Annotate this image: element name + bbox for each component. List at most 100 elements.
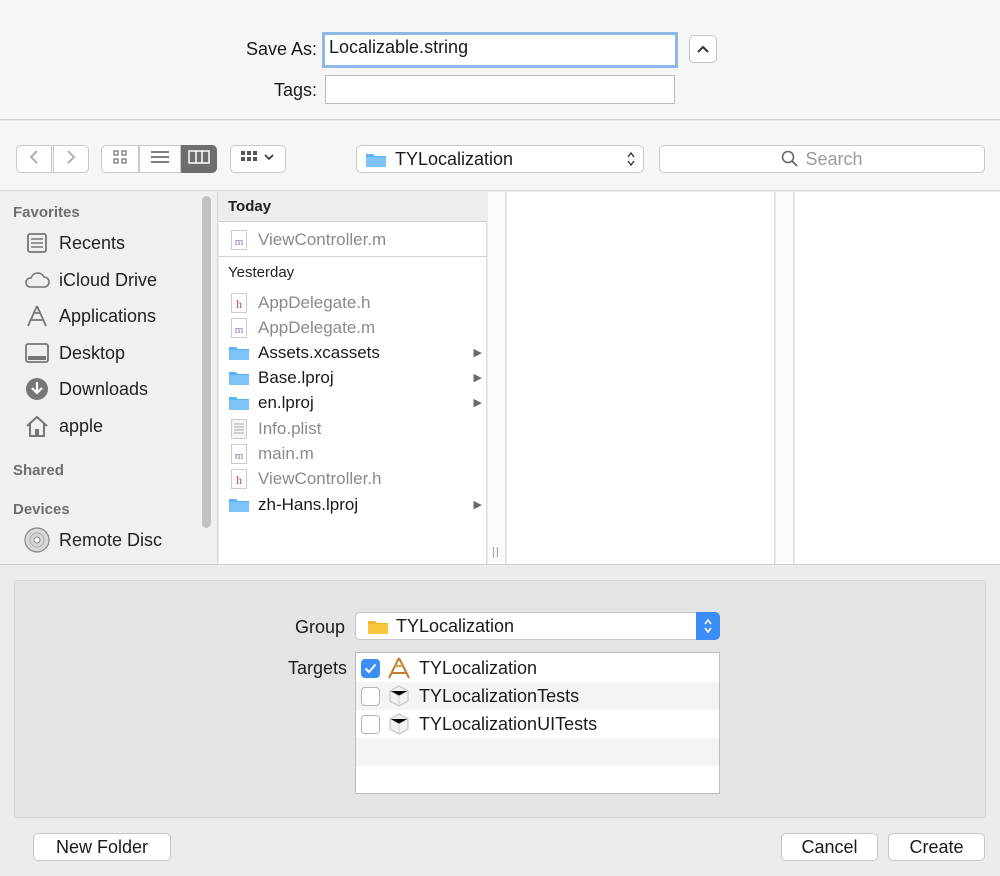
recents-icon (24, 230, 50, 256)
sidebar-item-label: apple (59, 415, 104, 436)
updown-icon (696, 612, 720, 640)
save-header: Save As: Localizable.string Tags: (0, 0, 1000, 120)
chevron-left-icon (29, 149, 39, 170)
disclosure-arrow-icon: ▶ (473, 499, 482, 511)
folder-icon (228, 368, 250, 388)
objc-m-file-icon: m (228, 443, 250, 464)
sidebar-item-recents[interactable]: Recents (24, 228, 204, 258)
target-row[interactable]: TYLocalizationTests (356, 682, 719, 710)
file-name: ViewController.m (258, 229, 387, 249)
sidebar-item-downloads[interactable]: Downloads (24, 374, 204, 404)
test-bundle-icon (387, 712, 411, 736)
sidebar-item-label: Recents (59, 232, 126, 253)
objc-h-file-icon: h (228, 292, 250, 313)
group-popup[interactable]: TYLocalization (355, 612, 720, 640)
app-target-icon (387, 656, 411, 680)
target-name: TYLocalizationTests (419, 685, 580, 706)
search-field[interactable]: Search (659, 145, 985, 173)
file-name: en.lproj (258, 392, 314, 412)
arrange-icon (240, 150, 276, 169)
target-row[interactable]: TYLocalizationUITests (356, 710, 719, 738)
target-row[interactable]: TYLocalization (356, 654, 719, 682)
folder-icon (365, 151, 387, 168)
target-checkbox[interactable] (361, 658, 380, 678)
create-button[interactable]: Create (888, 833, 985, 861)
disclosure-arrow-icon: ▶ (473, 372, 482, 384)
empty-column (795, 192, 1000, 564)
target-checkbox[interactable] (361, 686, 380, 706)
file-row[interactable]: m main.m (219, 441, 487, 466)
cancel-button[interactable]: Cancel (781, 833, 878, 861)
sidebar-item-label: iCloud Drive (59, 269, 158, 290)
sidebar-item-label: Applications (59, 305, 157, 326)
empty-row (356, 738, 719, 766)
location-popup[interactable]: TYLocalization (356, 145, 644, 173)
forward-button[interactable] (53, 145, 89, 173)
chevron-up-icon (697, 40, 709, 58)
file-name: main.m (258, 443, 314, 463)
file-name: Assets.xcassets (258, 342, 380, 362)
folder-row[interactable]: Base.lproj ▶ (219, 365, 487, 390)
objc-m-file-icon: m (228, 317, 250, 338)
columns-icon (188, 149, 210, 169)
empty-column (507, 192, 775, 564)
divider (219, 256, 487, 257)
disclosure-arrow-icon: ▶ (473, 347, 482, 359)
yesterday-header: Yesterday (228, 264, 295, 281)
file-name: AppDelegate.m (258, 317, 376, 337)
file-name: Base.lproj (258, 367, 334, 387)
desktop-icon (24, 340, 50, 366)
tags-field[interactable] (325, 75, 675, 104)
group-label: Group (294, 617, 345, 637)
filename-field[interactable]: Localizable.string (322, 32, 678, 68)
file-row[interactable]: m AppDelegate.m (219, 315, 487, 340)
checkmark-icon (364, 663, 377, 673)
target-checkbox[interactable] (361, 714, 380, 734)
target-name: TYLocalization (419, 657, 538, 678)
arrange-button[interactable] (230, 145, 286, 173)
svg-text:m: m (235, 236, 244, 248)
svg-text:m: m (235, 324, 244, 336)
column-divider[interactable]: || (488, 192, 506, 564)
search-placeholder: Search (805, 148, 863, 169)
list-view-button[interactable] (139, 145, 181, 173)
sidebar-item-desktop[interactable]: Desktop (24, 338, 204, 368)
sidebar-item-icloud[interactable]: iCloud Drive (24, 265, 204, 295)
folder-row[interactable]: Assets.xcassets ▶ (219, 340, 487, 365)
svg-text:h: h (236, 473, 242, 487)
sidebar-scrollbar[interactable] (202, 196, 211, 528)
sidebar-item-home[interactable]: apple (24, 411, 204, 441)
devices-header: Devices (13, 501, 70, 518)
sidebar-item-remote-disc[interactable]: Remote Disc (24, 525, 204, 555)
file-name: zh-Hans.lproj (258, 494, 359, 514)
group-folder-icon (367, 618, 389, 635)
shared-header: Shared (13, 462, 64, 479)
file-row[interactable]: m ViewController.m (219, 227, 487, 252)
cloud-icon (24, 267, 50, 293)
downloads-icon (24, 376, 50, 402)
back-button[interactable] (16, 145, 52, 173)
column-divider[interactable] (776, 192, 794, 564)
targets-list: TYLocalization TYLocalizationTests TYLoc… (355, 652, 720, 794)
folder-row[interactable]: zh-Hans.lproj ▶ (219, 492, 487, 517)
new-folder-button[interactable]: New Folder (33, 833, 171, 861)
resize-handle-icon: || (492, 546, 500, 558)
disc-icon (24, 527, 50, 553)
folder-icon (228, 343, 250, 363)
grid-icon (113, 150, 127, 169)
folder-row[interactable]: en.lproj ▶ (219, 390, 487, 415)
collapse-button[interactable] (689, 35, 717, 63)
objc-m-file-icon: m (228, 229, 250, 250)
file-row[interactable]: h ViewController.h (219, 466, 487, 491)
icon-view-button[interactable] (101, 145, 139, 173)
sidebar-item-label: Desktop (59, 342, 126, 363)
sidebar-item-applications[interactable]: Applications (24, 301, 204, 331)
target-name: TYLocalizationUITests (419, 713, 598, 734)
search-icon (781, 150, 799, 168)
svg-text:h: h (236, 297, 242, 311)
column-view-button[interactable] (181, 145, 217, 173)
file-row[interactable]: Info.plist (219, 416, 487, 441)
file-name: ViewController.h (258, 468, 382, 488)
file-row[interactable]: h AppDelegate.h (219, 290, 487, 315)
folder-icon (228, 495, 250, 515)
